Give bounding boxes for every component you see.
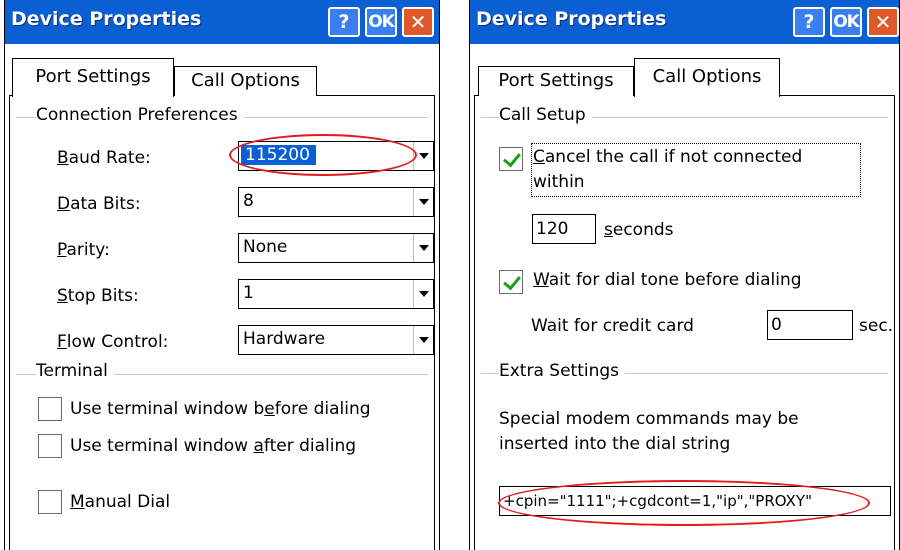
timeout-seconds-value: 120 (536, 219, 569, 239)
chevron-down-icon[interactable] (413, 326, 433, 354)
data-bits-select[interactable]: 8 (238, 187, 434, 217)
chevron-down-icon[interactable] (413, 188, 433, 216)
cancel-call-label-line2[interactable]: within (533, 172, 585, 192)
dial-string-value: +cpin="1111";+cgdcont=1,"ip","PROXY" (503, 492, 812, 510)
tab-strip: Port Settings Call Options (470, 44, 899, 97)
terminal-before-label[interactable]: Use terminal window before dialing (70, 399, 371, 419)
tab-call-options[interactable]: Call Options (634, 58, 780, 97)
terminal-after-label[interactable]: Use terminal window after dialing (70, 436, 356, 456)
flow-control-value: Hardware (243, 329, 326, 349)
data-bits-value: 8 (243, 191, 254, 211)
ok-button[interactable]: OK (830, 7, 862, 37)
tab-port-settings[interactable]: Port Settings (478, 66, 634, 96)
parity-select[interactable]: None (238, 233, 434, 263)
parity-value: None (243, 237, 288, 257)
dial-string-input[interactable]: +cpin="1111";+cgdcont=1,"ip","PROXY" (499, 486, 891, 516)
call-setup-heading: Call Setup (499, 105, 592, 125)
cancel-call-checkbox[interactable] (499, 147, 523, 171)
credit-card-wait-input[interactable]: 0 (767, 310, 853, 340)
credit-card-label: Wait for credit card (531, 316, 694, 336)
baud-rate-select[interactable]: 115200 (238, 141, 434, 171)
baud-rate-value: 115200 (241, 145, 316, 165)
window-title: Device Properties (476, 8, 667, 30)
tab-strip: Port Settings Call Options (5, 44, 439, 97)
extra-settings-heading: Extra Settings (499, 361, 626, 381)
data-bits-label: Data Bits: (57, 194, 141, 214)
chevron-down-icon[interactable] (413, 234, 433, 262)
device-properties-dialog-port-settings: Device Properties ? OK ✕ Port Settings C… (4, 0, 440, 550)
call-options-panel: Call Setup Cancel the call if not connec… (474, 95, 895, 550)
ok-button[interactable]: OK (365, 7, 397, 37)
manual-dial-label[interactable]: Manual Dial (70, 492, 170, 512)
extra-settings-description-line1: Special modem commands may be (499, 409, 799, 429)
flow-control-select[interactable]: Hardware (238, 325, 434, 355)
terminal-before-checkbox[interactable] (38, 397, 62, 421)
help-button[interactable]: ? (328, 7, 360, 37)
credit-card-wait-value: 0 (771, 315, 782, 335)
terminal-heading: Terminal (36, 361, 114, 381)
chevron-down-icon[interactable] (413, 142, 433, 170)
tab-port-settings[interactable]: Port Settings (12, 58, 174, 97)
extra-settings-description-line2: inserted into the dial string (499, 434, 731, 454)
close-button[interactable]: ✕ (867, 7, 899, 37)
close-button[interactable]: ✕ (402, 7, 434, 37)
device-properties-dialog-call-options: Device Properties ? OK ✕ Port Settings C… (469, 0, 900, 550)
credit-card-unit: sec. (859, 316, 894, 336)
parity-label: Parity: (57, 240, 110, 260)
chevron-down-icon[interactable] (413, 280, 433, 308)
stop-bits-value: 1 (243, 283, 254, 303)
connection-preferences-heading: Connection Preferences (36, 105, 244, 125)
tab-call-options[interactable]: Call Options (174, 66, 317, 96)
cancel-call-label[interactable]: Cancel the call if not connected (533, 147, 802, 167)
flow-control-label: Flow Control: (57, 332, 169, 352)
help-button[interactable]: ? (793, 7, 825, 37)
port-settings-panel: Connection Preferences Baud Rate: 115200… (9, 95, 435, 550)
stop-bits-select[interactable]: 1 (238, 279, 434, 309)
stop-bits-label: Stop Bits: (57, 286, 139, 306)
title-bar: Device Properties ? OK ✕ (5, 0, 439, 44)
baud-rate-label: Baud Rate: (57, 148, 151, 168)
manual-dial-checkbox[interactable] (38, 490, 62, 514)
terminal-after-checkbox[interactable] (38, 434, 62, 458)
wait-dial-tone-label[interactable]: Wait for dial tone before dialing (533, 270, 802, 290)
title-bar: Device Properties ? OK ✕ (470, 0, 899, 44)
timeout-seconds-input[interactable]: 120 (532, 214, 596, 244)
seconds-label: seconds (604, 220, 674, 240)
window-title: Device Properties (11, 8, 202, 30)
wait-dial-tone-checkbox[interactable] (499, 270, 523, 294)
